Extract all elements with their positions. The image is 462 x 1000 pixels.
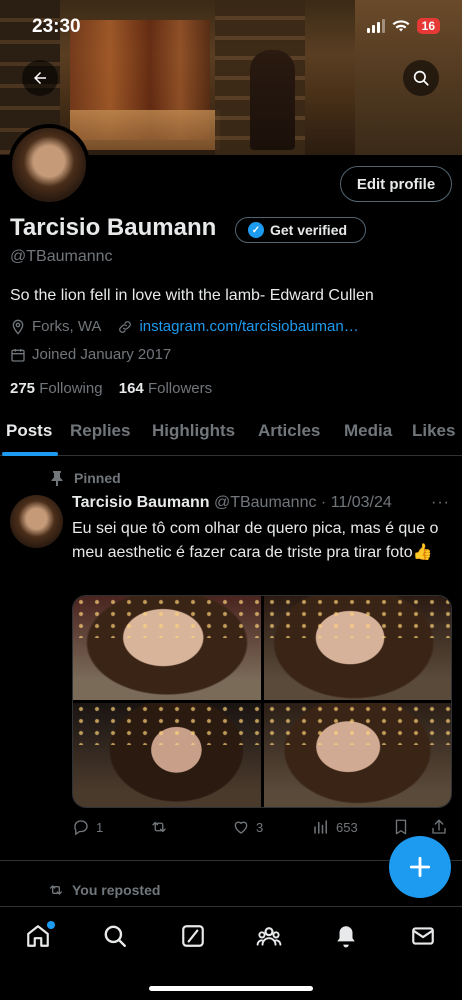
tab-articles[interactable]: Articles: [258, 421, 320, 441]
profile-avatar[interactable]: [8, 124, 90, 206]
tab-replies[interactable]: Replies: [70, 421, 130, 441]
profile-tabs: Posts Replies Highlights Articles Media …: [0, 410, 462, 456]
tab-posts[interactable]: Posts: [6, 421, 52, 441]
reposted-label: You reposted: [48, 882, 160, 898]
notifications-icon: [337, 926, 355, 948]
edit-profile-button[interactable]: Edit profile: [340, 166, 452, 202]
profile-meta-row: Forks, WA instagram.com/tarcisiobauman…: [10, 318, 359, 335]
views-count: 653: [336, 819, 358, 835]
tweet-header: Tarcisio Baumann @TBaumannc · 11/03/24: [72, 494, 392, 512]
retweet-button[interactable]: [150, 818, 174, 836]
views-button[interactable]: 653: [312, 818, 358, 836]
tweet-handle-date: @TBaumannc · 11/03/24: [213, 494, 392, 511]
search-button[interactable]: [403, 60, 439, 96]
get-verified-label: Get verified: [270, 222, 348, 238]
profile-joined-row: Joined January 2017: [10, 346, 171, 363]
pin-icon: [51, 471, 63, 486]
home-notification-dot: [47, 921, 55, 929]
search-icon: [104, 925, 126, 947]
tweet-photo-1[interactable]: [73, 596, 261, 700]
link-icon: [119, 320, 132, 333]
profile-location: Forks, WA: [32, 318, 102, 335]
heart-icon: [234, 821, 248, 834]
home-indicator: [149, 986, 313, 991]
get-verified-button[interactable]: ✓ Get verified: [235, 217, 366, 243]
wifi-icon: [392, 20, 410, 32]
profile-joined: Joined January 2017: [32, 346, 172, 363]
follow-stats: 275 Following 164 Followers: [10, 380, 212, 397]
nav-home[interactable]: [25, 921, 55, 951]
grok-icon: [182, 925, 204, 947]
back-button[interactable]: [22, 60, 58, 96]
share-button[interactable]: [430, 818, 448, 836]
profile-handle: @TBaumannc: [10, 248, 113, 265]
tweet-more-button[interactable]: ···: [431, 494, 450, 512]
bookmark-button[interactable]: [392, 818, 410, 836]
tweet-photo-2[interactable]: [263, 596, 451, 700]
status-icons: 16: [366, 18, 440, 34]
nav-notifications[interactable]: [333, 923, 361, 951]
nav-grok[interactable]: [180, 923, 208, 951]
tab-highlights[interactable]: Highlights: [152, 421, 235, 441]
communities-icon: [256, 927, 282, 946]
nav-messages[interactable]: [410, 923, 438, 951]
tweet-avatar[interactable]: [10, 495, 63, 548]
nav-search[interactable]: [102, 923, 130, 951]
tweet-photo-3[interactable]: [73, 703, 261, 807]
banner-figures: [250, 50, 295, 150]
retweet-icon: [152, 821, 166, 833]
status-bar: 23:30 16: [0, 0, 462, 54]
retweet-icon: [50, 885, 62, 895]
like-count: 3: [256, 819, 264, 835]
tweet-text: Eu sei que tô com olhar de quero pica, m…: [72, 520, 439, 561]
battery-indicator: 16: [416, 18, 440, 34]
banner-bed: [70, 110, 220, 150]
tweet-media-grid: [72, 595, 452, 808]
following-link[interactable]: 275 Following: [10, 380, 103, 397]
profile-bio: So the lion fell in love with the lamb- …: [10, 287, 374, 304]
location-pin-icon: [12, 319, 24, 335]
reply-icon: [74, 820, 88, 836]
calendar-icon: [11, 348, 25, 362]
bottom-nav: [0, 906, 462, 1000]
reply-button[interactable]: 1: [72, 818, 103, 836]
signal-icon: [366, 19, 385, 33]
pinned-label: Pinned: [50, 470, 121, 486]
profile-name: Tarcisio Baumann: [10, 214, 217, 241]
profile-website-link[interactable]: instagram.com/tarcisiobauman…: [139, 318, 358, 335]
search-icon: [413, 70, 429, 86]
tweet-photo-4[interactable]: [263, 703, 451, 807]
plus-icon: [409, 856, 431, 878]
active-tab-indicator: [2, 452, 58, 456]
nav-communities[interactable]: [256, 923, 284, 951]
followers-link[interactable]: 164 Followers: [119, 380, 212, 397]
verified-badge-icon: ✓: [248, 222, 264, 238]
like-button[interactable]: 3: [232, 818, 263, 836]
share-icon: [432, 819, 446, 834]
tweet-author[interactable]: Tarcisio Baumann: [72, 494, 210, 511]
tab-likes[interactable]: Likes: [412, 421, 455, 441]
compose-button[interactable]: [389, 836, 451, 898]
bookmark-icon: [395, 819, 407, 835]
arrow-left-icon: [34, 72, 46, 84]
tab-media[interactable]: Media: [344, 421, 392, 441]
messages-icon: [412, 927, 434, 945]
reply-count: 1: [96, 819, 104, 835]
views-icon: [314, 820, 327, 834]
tweet-actions: 1 3 653: [72, 818, 452, 842]
status-time: 23:30: [32, 16, 81, 37]
